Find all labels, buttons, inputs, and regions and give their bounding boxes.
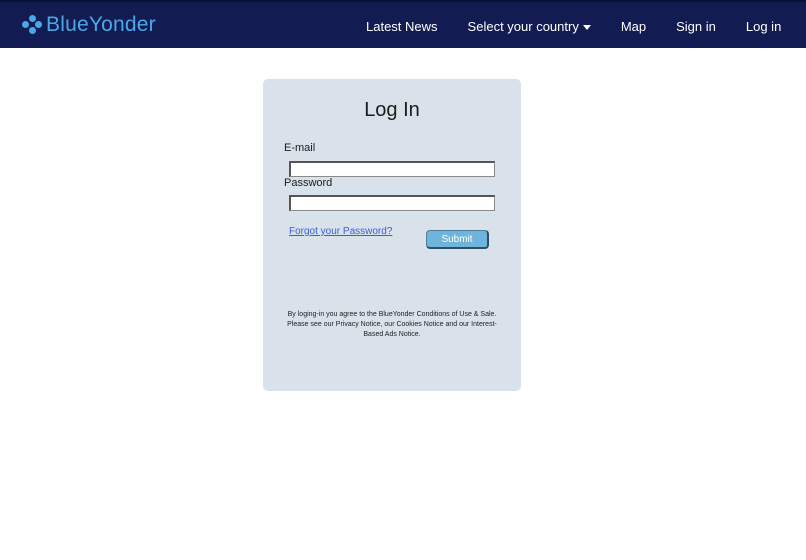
nav-log-in[interactable]: Log in	[746, 19, 781, 34]
email-field[interactable]	[289, 161, 495, 177]
nav-select-country[interactable]: Select your country	[468, 19, 591, 34]
brand[interactable]: BlueYonder	[22, 13, 156, 37]
login-card: Log In E-mail Password Forgot your Passw…	[263, 79, 521, 391]
top-navbar: BlueYonder Latest News Select your count…	[0, 0, 806, 48]
password-label: Password	[284, 177, 333, 189]
nav-latest-news[interactable]: Latest News	[366, 19, 438, 34]
legal-notice: By loging-in you agree to the BlueYonder…	[287, 311, 497, 338]
password-field[interactable]	[289, 195, 495, 211]
nav-select-country-label: Select your country	[467, 18, 579, 34]
submit-button[interactable]: Submit	[426, 230, 489, 249]
forgot-password-link[interactable]: Forgot your Password?	[289, 226, 392, 237]
nav-map[interactable]: Map	[621, 19, 646, 34]
brand-name: BlueYonder	[46, 13, 156, 36]
caret-down-icon	[582, 24, 591, 30]
four-dots-logo-icon	[22, 15, 42, 35]
login-title: Log In	[364, 99, 420, 121]
nav-links: Latest News Select your country Map Sign…	[366, 2, 806, 50]
nav-sign-in[interactable]: Sign in	[676, 19, 716, 34]
email-label: E-mail	[284, 142, 316, 154]
